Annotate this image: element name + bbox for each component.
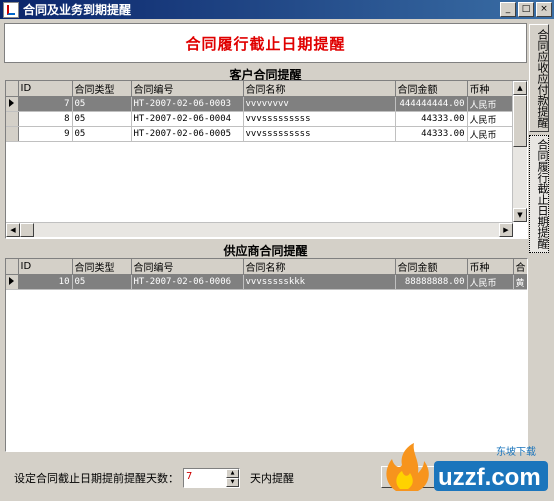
main-window: 合同及业务到期提醒 _ □ × 合同履行截止日期提醒 客户合同提醒 ID 合同类… [0,0,554,501]
supplier-header-row: ID 合同类型 合同编号 合同名称 合同金额 币种 合 [6,259,527,275]
current-row-arrow-icon [9,98,14,107]
scroll-thumb[interactable] [20,223,34,237]
column-header[interactable]: 合同名称 [243,259,396,275]
close-button[interactable]: × [536,2,552,17]
tab-receivable-payable[interactable]: 合同应收应付款提醒 [529,24,549,132]
column-header[interactable]: 合 [513,259,527,275]
row-indicator [6,111,19,127]
side-tab-strip: 合同应收应付款提醒 合同履行截止日期提醒 [529,24,551,253]
current-row-arrow-icon [9,276,14,285]
column-header[interactable]: ID [18,259,73,275]
title-bar: 合同及业务到期提醒 _ □ × [0,0,554,19]
watermark-logo: uzzf.com 东坡下载 [386,443,548,491]
window-title: 合同及业务到期提醒 [23,3,132,17]
stepper-down-icon[interactable]: ▼ [226,478,239,487]
page-title: 合同履行截止日期提醒 [185,34,346,53]
minimize-button[interactable]: _ [500,2,516,17]
scroll-right-icon[interactable]: ▶ [499,223,513,237]
supplier-grid[interactable]: ID 合同类型 合同编号 合同名称 合同金额 币种 合 10 05 HT-200… [5,258,528,452]
column-header[interactable]: 币种 [467,81,514,97]
table-row[interactable]: 10 05 HT-2007-02-06-0006 vvvssssskkk 888… [6,274,527,290]
column-header[interactable]: ID [18,81,73,97]
customer-header-row: ID 合同类型 合同编号 合同名称 合同金额 币种 [6,81,527,97]
column-header[interactable]: 合同金额 [395,259,468,275]
reminder-days-suffix: 天内提醒 [250,472,294,485]
tab-deadline[interactable]: 合同履行截止日期提醒 [529,135,549,253]
scroll-down-icon[interactable]: ▼ [513,208,527,222]
maximize-button[interactable]: □ [518,2,534,17]
reminder-days-label: 设定合同截止日期提前提醒天数： [14,472,179,485]
column-header[interactable]: 币种 [467,259,514,275]
column-header[interactable]: 合同编号 [131,81,244,97]
column-header[interactable]: 合同类型 [72,81,132,97]
row-indicator [6,274,19,290]
watermark-subtext: 东坡下载 [496,445,536,458]
row-indicator [6,96,19,112]
column-header[interactable]: 合同金额 [395,81,468,97]
row-indicator-header [6,81,19,97]
row-indicator-header [6,259,19,275]
stepper-up-icon[interactable]: ▲ [226,469,239,478]
scroll-up-icon[interactable]: ▲ [513,81,527,95]
reminder-settings: 设定合同截止日期提前提醒天数： ▲ ▼ 天内提醒 [14,468,294,488]
customer-grid[interactable]: ID 合同类型 合同编号 合同名称 合同金额 币种 7 05 HT-2007-0… [5,80,528,239]
column-header[interactable]: 合同类型 [72,259,132,275]
header-panel: 合同履行截止日期提醒 [4,23,527,63]
column-header[interactable]: 合同名称 [243,81,396,97]
watermark-text: uzzf.com [438,464,541,491]
scroll-thumb[interactable] [513,95,527,147]
customer-vscroll[interactable]: ▲ ▼ [512,81,527,222]
column-header[interactable]: 合同编号 [131,259,244,275]
customer-hscroll[interactable]: ◀ ▶ [6,222,513,237]
reminder-days-stepper[interactable]: ▲ ▼ [183,468,240,488]
flame-icon [386,443,429,491]
supplier-section-title: 供应商合同提醒 [223,244,308,258]
table-row[interactable]: 9 05 HT-2007-02-06-0005 vvvsssssssss 443… [6,126,527,142]
app-icon [3,1,19,18]
table-row[interactable]: 7 05 HT-2007-02-06-0003 vvvvvvvv 4444444… [6,96,527,112]
reminder-days-input[interactable] [184,469,226,483]
row-indicator [6,126,19,142]
scroll-left-icon[interactable]: ◀ [6,223,20,237]
table-row[interactable]: 8 05 HT-2007-02-06-0004 vvvsssssssss 443… [6,111,527,127]
